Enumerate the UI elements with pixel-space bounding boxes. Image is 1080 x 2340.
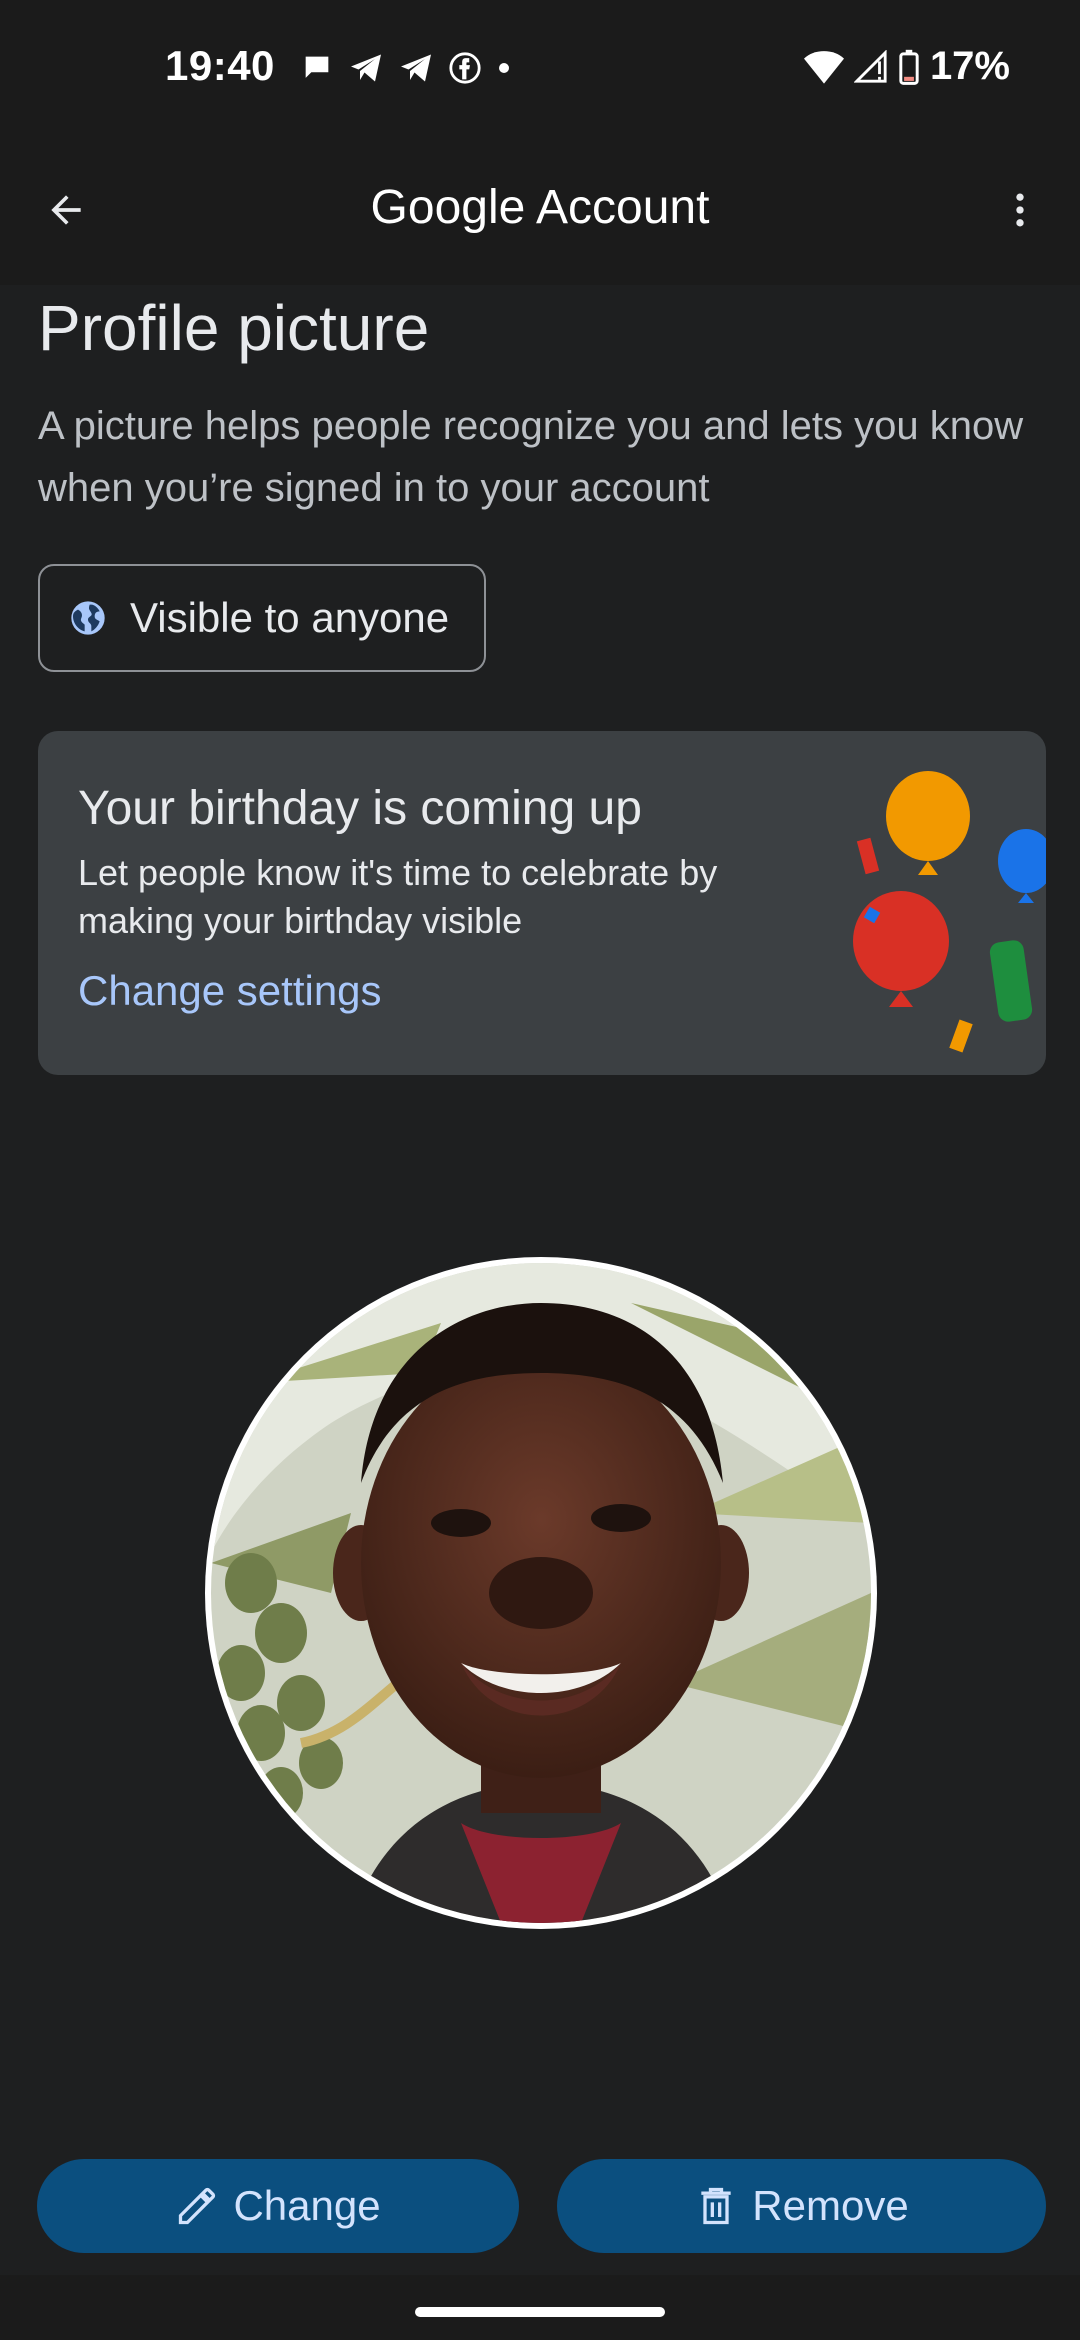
trash-icon	[701, 2187, 731, 2225]
more-vert-icon	[1016, 193, 1024, 227]
remove-button[interactable]: Remove	[557, 2159, 1046, 2253]
profile-photo	[211, 1263, 871, 1923]
home-indicator[interactable]	[415, 2307, 665, 2317]
more-options-button[interactable]	[990, 180, 1050, 240]
chat-bubble-icon	[305, 56, 329, 78]
telegram-icon	[401, 54, 431, 82]
change-settings-link[interactable]: Change settings	[78, 967, 382, 1015]
app-bar: Google Account	[0, 140, 1080, 285]
globe-icon	[68, 598, 108, 638]
notification-icons	[300, 50, 512, 86]
status-time: 19:40	[165, 42, 275, 89]
change-label: Change	[233, 2182, 381, 2229]
balloons-illustration	[853, 771, 1046, 1053]
battery-percent: 17%	[929, 44, 1010, 88]
system-icons: 17%	[803, 44, 1010, 89]
wifi-icon	[803, 50, 844, 84]
battery-icon	[899, 49, 919, 85]
visibility-button[interactable]: Visible to anyone	[38, 564, 486, 672]
birthday-card: Your birthday is coming up Let people kn…	[38, 731, 1046, 1075]
telegram-icon	[351, 54, 381, 82]
app-title: Google Account	[370, 181, 710, 234]
remove-label: Remove	[752, 2182, 909, 2229]
change-button[interactable]: Change	[37, 2159, 519, 2253]
dot-icon	[499, 63, 509, 73]
signal-icon	[853, 49, 887, 83]
avatar[interactable]	[205, 1257, 877, 1929]
profile-picture-page: Profile picture A picture helps people r…	[0, 285, 1080, 2275]
pencil-icon	[179, 2187, 216, 2225]
navigation-bar	[0, 2275, 1080, 2340]
birthday-text: Let people know it's time to celebrate b…	[78, 852, 718, 941]
facebook-icon	[449, 52, 481, 84]
page-description: A picture helps people recognize you and…	[38, 404, 1024, 510]
status-bar: 19:40 17%	[0, 0, 1080, 140]
birthday-title: Your birthday is coming up	[78, 782, 642, 835]
page-title: Profile picture	[38, 292, 430, 364]
visibility-label: Visible to anyone	[130, 594, 450, 641]
